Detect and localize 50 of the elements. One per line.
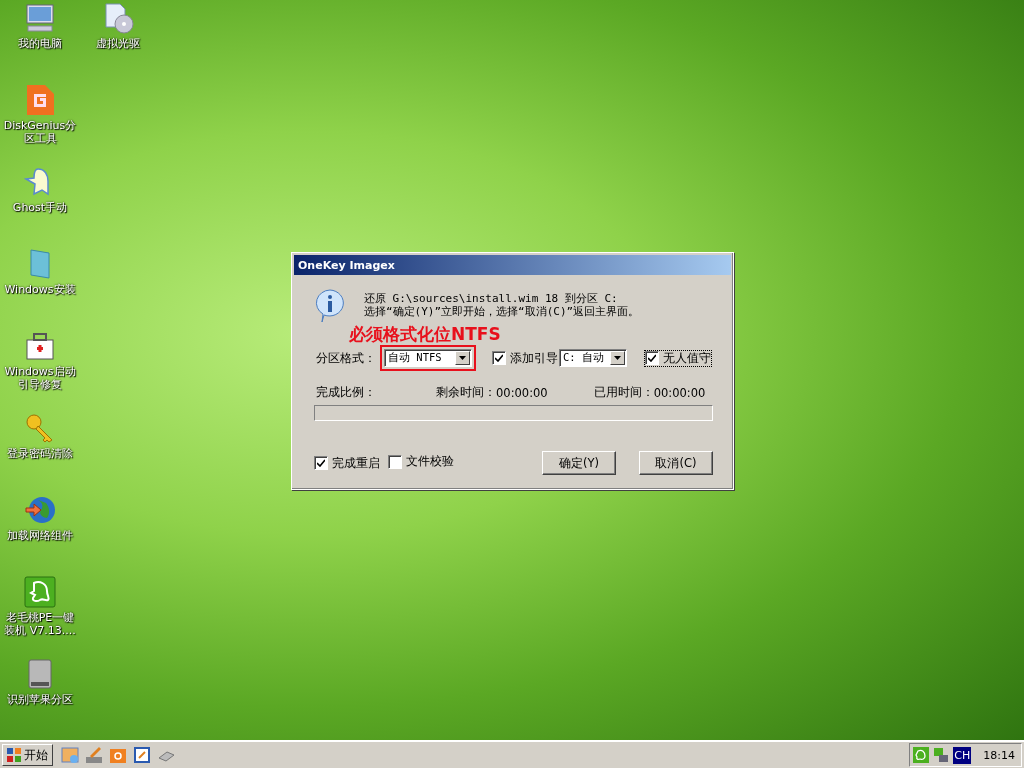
caret-icon — [459, 356, 466, 360]
icon-label[interactable]: Windows安装 — [1, 283, 79, 296]
checkbox[interactable] — [314, 456, 328, 470]
toolbox-icon — [24, 330, 56, 362]
ghost-icon — [24, 576, 56, 608]
icon-label[interactable]: 老毛桃PE一键装机 V7.13.... — [1, 611, 79, 637]
computer-icon — [24, 2, 56, 34]
field-label: 已用时间： — [593, 385, 654, 400]
message-text: 还原 G:\sources\install.wim 18 到分区 C: — [364, 292, 619, 305]
language-indicator[interactable]: CH — [953, 746, 972, 764]
progress-label: 完成比例： — [316, 385, 376, 400]
dialog-button[interactable]: 确定(Y) — [542, 451, 616, 475]
disc-icon — [102, 2, 134, 34]
globe-icon — [24, 494, 56, 526]
info-icon — [314, 289, 346, 323]
icon-label[interactable]: Windows启动引导修复 — [1, 365, 79, 391]
icon-label[interactable]: Ghost手动 — [1, 201, 79, 214]
time-value: 00:00:00 — [653, 385, 706, 400]
network-icon[interactable] — [933, 747, 950, 763]
checkbox-label: 添加引导 — [510, 350, 558, 366]
grid-icon — [7, 748, 21, 762]
checkbox-label: 完成重启 — [332, 455, 380, 471]
checkbox-label: 无人值守 — [663, 350, 711, 366]
start-button[interactable]: 开始 — [2, 744, 53, 766]
checkbox[interactable] — [645, 351, 659, 365]
ghost-icon[interactable] — [913, 747, 930, 763]
icon-label[interactable]: DiskGenius分区工具 — [1, 119, 79, 145]
screenshot-icon[interactable] — [133, 746, 151, 764]
brush-icon[interactable] — [85, 746, 103, 764]
icon-label[interactable]: 虚拟光驱 — [79, 37, 157, 50]
icon-label[interactable]: 加载网络组件 — [1, 529, 79, 542]
caret-icon — [614, 356, 621, 360]
format-dropdown[interactable]: 自动 NTFS — [384, 349, 472, 367]
icon-label[interactable]: 我的电脑 — [1, 37, 79, 50]
field-label: 剩余时间： — [436, 385, 496, 400]
checkbox[interactable] — [492, 351, 506, 365]
folder-icon[interactable] — [109, 746, 127, 764]
field-label: 分区格式： — [316, 350, 376, 366]
icon-label[interactable]: 识别苹果分区 — [1, 693, 79, 706]
checkbox-label: 文件校验 — [406, 454, 454, 470]
icon-label[interactable]: 登录密码清除 — [1, 447, 79, 460]
boot-dropdown[interactable]: C: 自动 — [559, 349, 627, 367]
message-text: 选择“确定(Y)”立即开始，选择“取消(C)”返回主界面。 — [364, 305, 640, 318]
checkbox[interactable] — [388, 454, 402, 469]
clock: 18:14 — [983, 748, 1015, 762]
app-icon — [24, 84, 56, 116]
dialog-button[interactable]: 取消(C) — [639, 451, 713, 475]
time-value: 00:00:00 — [496, 385, 548, 400]
window-title: OneKey Imagex — [294, 255, 731, 275]
annotation-text: 必须格式化位NTFS — [349, 324, 502, 344]
